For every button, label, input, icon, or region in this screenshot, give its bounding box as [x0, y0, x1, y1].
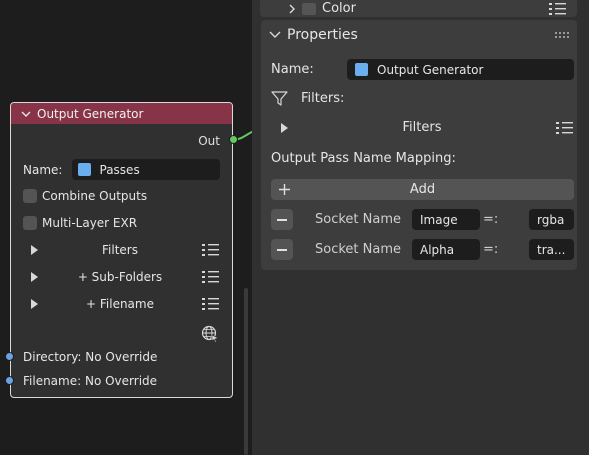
- filters-label: Filters: [102, 243, 138, 257]
- node-name-field[interactable]: Passes: [71, 159, 220, 180]
- filters-label: Filters:: [301, 91, 345, 106]
- filename-label: + Filename: [86, 297, 154, 311]
- output-socket[interactable]: [229, 135, 238, 144]
- drag-handle-icon[interactable]: [555, 31, 569, 38]
- expand-arrow-icon[interactable]: [31, 245, 38, 255]
- name-label: Name:: [271, 62, 314, 77]
- add-label: Add: [409, 182, 436, 197]
- socket-name-field[interactable]: Alpha: [412, 239, 480, 260]
- list-icon[interactable]: [202, 270, 220, 284]
- multilayer-exr-checkbox[interactable]: [23, 216, 37, 230]
- node-name-value: Passes: [99, 162, 140, 177]
- color-panel-label: Color: [322, 1, 356, 16]
- combine-outputs-label: Combine Outputs: [42, 189, 148, 203]
- socket-name-value: Image: [420, 212, 458, 227]
- filter-funnel-icon: [271, 91, 288, 106]
- image-icon: [355, 63, 368, 76]
- expand-arrow-icon[interactable]: [31, 272, 38, 282]
- pass-name-field[interactable]: tra...: [529, 239, 574, 260]
- mapping-label: Output Pass Name Mapping:: [271, 151, 456, 166]
- color-swatch-icon: [302, 2, 316, 15]
- filename-input-socket[interactable]: [5, 376, 14, 385]
- minus-icon: [277, 248, 287, 251]
- pass-name-value: tra...: [537, 242, 566, 257]
- filters-row[interactable]: Filters: [271, 120, 574, 135]
- combine-outputs-checkbox[interactable]: [23, 189, 37, 203]
- filters-row[interactable]: Filters: [23, 243, 220, 257]
- equals-label: =:: [483, 212, 499, 227]
- node-title: Output Generator: [37, 106, 144, 121]
- sub-folders-label: + Sub-Folders: [77, 270, 163, 284]
- chevron-down-icon[interactable]: [21, 110, 31, 118]
- chevron-down-icon[interactable]: [269, 31, 281, 39]
- equals-label: =:: [483, 242, 499, 257]
- properties-sidebar: Color Properties Name: Output Generator …: [252, 0, 589, 455]
- chevron-right-icon[interactable]: [288, 4, 296, 14]
- mapping-row: Socket Name Image =: rgba: [271, 209, 574, 230]
- list-icon[interactable]: [549, 2, 567, 16]
- canvas-scrollbar[interactable]: [244, 288, 248, 455]
- pass-name-value: rgba: [537, 212, 565, 227]
- socket-name-label: Socket Name: [315, 212, 401, 227]
- filename-row[interactable]: + Filename: [23, 297, 220, 311]
- list-icon[interactable]: [556, 121, 574, 135]
- list-icon[interactable]: [202, 297, 220, 311]
- socket-name-label: Socket Name: [315, 242, 401, 257]
- plus-icon: [279, 184, 290, 195]
- properties-panel-title: Properties: [287, 26, 358, 43]
- color-panel-header[interactable]: Color: [260, 0, 577, 17]
- name-value: Output Generator: [377, 62, 484, 77]
- multilayer-exr-label: Multi-Layer EXR: [42, 216, 138, 230]
- node-editor-canvas[interactable]: Output Generator Out Name: Passes Combin…: [0, 0, 257, 455]
- socket-name-value: Alpha: [420, 242, 455, 257]
- globe-icon[interactable]: [201, 325, 219, 343]
- directory-input-socket[interactable]: [5, 352, 14, 361]
- node-name-label: Name:: [23, 162, 63, 177]
- properties-panel: Properties Name: Output Generator Filter…: [261, 20, 577, 270]
- remove-mapping-button[interactable]: [271, 239, 293, 260]
- sub-folders-row[interactable]: + Sub-Folders: [23, 270, 220, 284]
- properties-panel-header[interactable]: Properties: [261, 20, 577, 49]
- node-header[interactable]: Output Generator: [11, 103, 232, 124]
- pass-name-field[interactable]: rgba: [529, 209, 574, 230]
- mapping-row: Socket Name Alpha =: tra...: [271, 239, 574, 260]
- remove-mapping-button[interactable]: [271, 209, 293, 230]
- image-icon: [77, 163, 91, 176]
- name-field[interactable]: Output Generator: [347, 59, 574, 80]
- filters-sub-label: Filters: [402, 120, 442, 135]
- output-socket-label: Out: [198, 134, 220, 148]
- minus-icon: [277, 218, 287, 221]
- expand-arrow-icon[interactable]: [31, 299, 38, 309]
- list-icon[interactable]: [202, 243, 220, 257]
- expand-arrow-icon[interactable]: [281, 122, 288, 133]
- output-generator-node[interactable]: Output Generator Out Name: Passes Combin…: [5, 102, 238, 398]
- directory-input-label: Directory: No Override: [23, 350, 158, 364]
- filename-input-label: Filename: No Override: [23, 374, 158, 388]
- socket-name-field[interactable]: Image: [412, 209, 480, 230]
- add-mapping-button[interactable]: Add: [271, 179, 574, 200]
